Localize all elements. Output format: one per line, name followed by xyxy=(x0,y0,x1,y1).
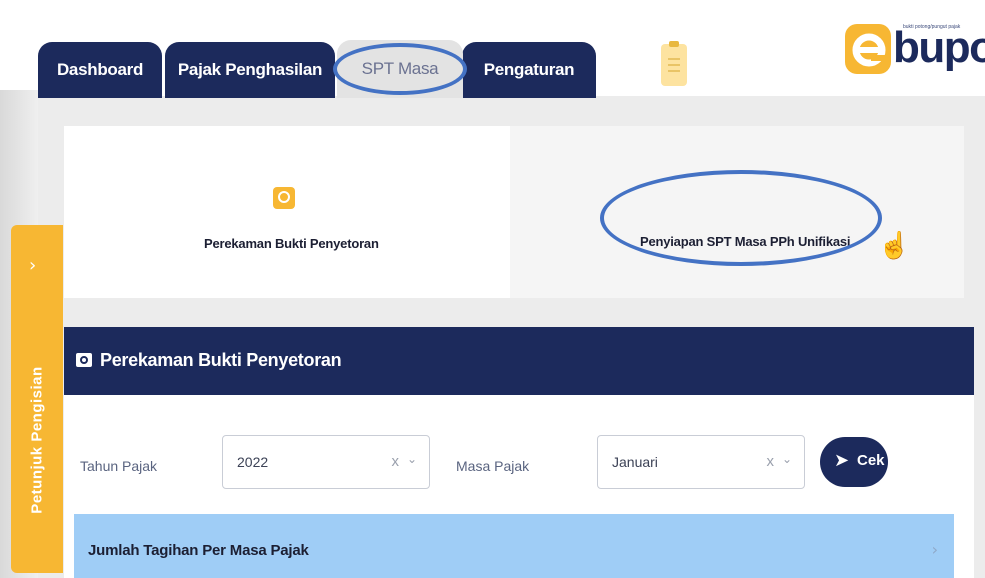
receipt-icon xyxy=(76,353,92,367)
logo-text: bupot xyxy=(893,23,985,72)
side-tab-label: Petunjuk Pengisian xyxy=(28,366,46,514)
section-header: Perekaman Bukti Penyetoran xyxy=(64,327,974,395)
clear-icon[interactable]: x xyxy=(767,453,775,470)
accordion-jumlah-tagihan[interactable]: Jumlah Tagihan Per Masa Pajak › xyxy=(74,514,954,578)
section-title: Perekaman Bukti Penyetoran xyxy=(100,350,342,370)
logo-e-icon xyxy=(845,24,891,74)
tahun-pajak-select[interactable]: 2022 x ⌄ xyxy=(222,435,430,489)
petunjuk-pengisian-tab[interactable]: › Petunjuk Pengisian xyxy=(11,225,63,573)
cek-button-label: Cek xyxy=(857,452,885,469)
chevron-down-icon[interactable]: ⌄ xyxy=(782,452,792,466)
send-icon: ➤ xyxy=(834,450,850,471)
card-label: Penyiapan SPT Masa PPh Unifikasi xyxy=(640,234,851,249)
clear-icon[interactable]: x xyxy=(392,453,400,470)
select-value: 2022 xyxy=(237,454,269,470)
chevron-right-icon: › xyxy=(29,255,37,276)
menu-cards: Perekaman Bukti Penyetoran Penyiapan SPT… xyxy=(64,126,964,298)
tahun-pajak-label: Tahun Pajak xyxy=(80,458,158,474)
masa-pajak-select[interactable]: Januari x ⌄ xyxy=(597,435,805,489)
cek-button[interactable]: ➤ Cek xyxy=(820,437,888,487)
select-value: Januari xyxy=(612,454,658,470)
tab-spt-masa[interactable]: SPT Masa xyxy=(337,40,463,98)
tab-dashboard[interactable]: Dashboard xyxy=(38,42,162,98)
page: Dashboard Pajak Penghasilan Pengaturan S… xyxy=(0,0,985,578)
tab-pajak-penghasilan[interactable]: Pajak Penghasilan xyxy=(165,42,335,98)
masa-pajak-label: Masa Pajak xyxy=(456,458,530,474)
card-penyiapan-spt-masa[interactable]: Penyiapan SPT Masa PPh Unifikasi xyxy=(510,126,964,298)
ebupot-logo: bukti potong/pungut pajak bupot xyxy=(843,4,985,78)
hand-cursor-icon: ☝ xyxy=(878,230,911,260)
clipboard-icon xyxy=(661,41,687,86)
tab-pengaturan[interactable]: Pengaturan xyxy=(462,42,596,98)
card-perekaman-bukti-penyetoran[interactable]: Perekaman Bukti Penyetoran xyxy=(64,126,510,298)
chevron-right-icon: › xyxy=(931,540,938,559)
chevron-down-icon[interactable]: ⌄ xyxy=(407,452,417,466)
accordion-title: Jumlah Tagihan Per Masa Pajak xyxy=(88,542,309,559)
card-label: Perekaman Bukti Penyetoran xyxy=(204,236,379,251)
receipt-icon xyxy=(273,187,295,209)
